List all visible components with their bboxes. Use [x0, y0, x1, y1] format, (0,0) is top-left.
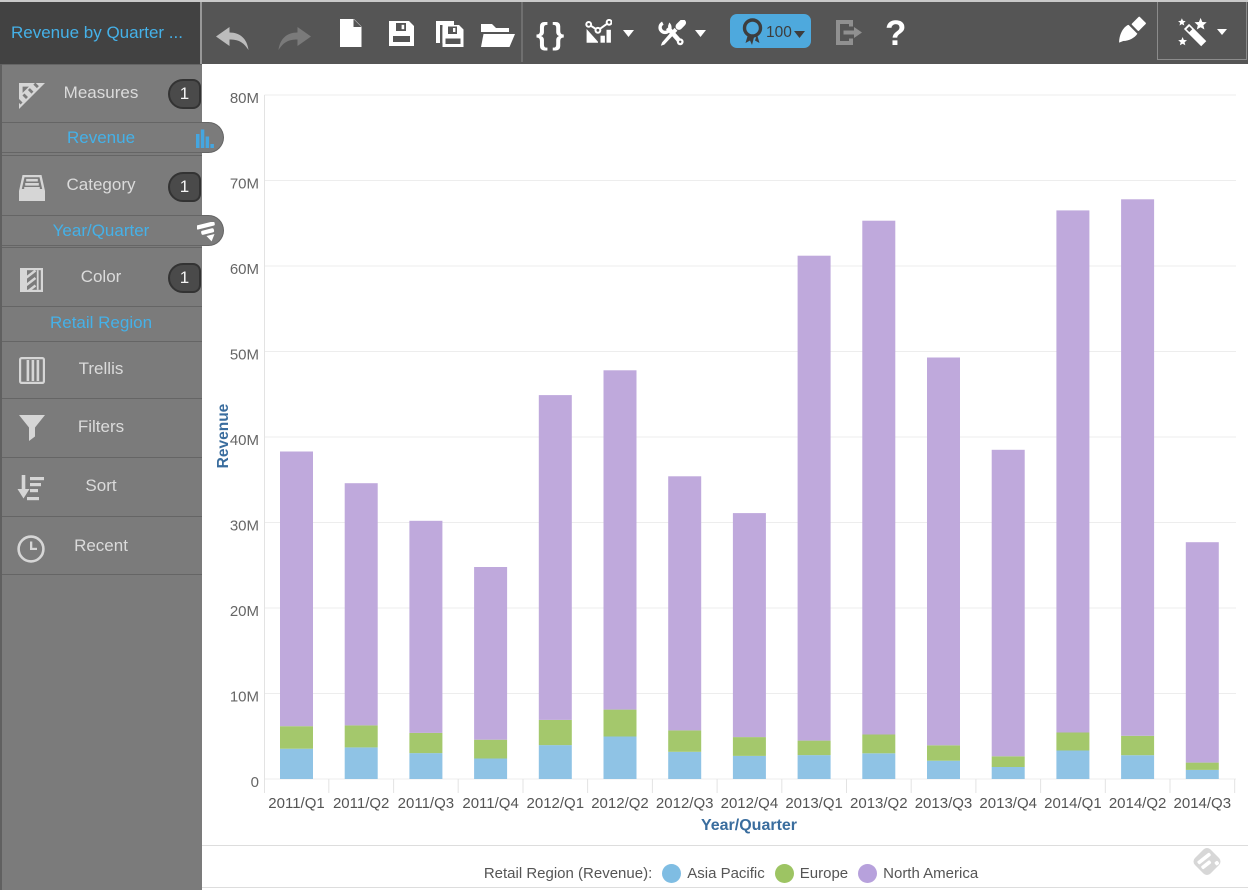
svg-text:?: ?	[885, 14, 906, 53]
svg-text:2013/Q1: 2013/Q1	[785, 795, 843, 812]
svg-text:2011/Q1: 2011/Q1	[268, 795, 324, 812]
svg-text:2014/Q2: 2014/Q2	[1109, 795, 1167, 812]
svg-text:2013/Q3: 2013/Q3	[915, 795, 973, 812]
svg-text:Revenue: Revenue	[215, 403, 232, 468]
svg-text:50M: 50M	[230, 347, 259, 364]
svg-text:2014/Q1: 2014/Q1	[1044, 795, 1102, 812]
svg-text:{}: {}	[536, 16, 568, 51]
svg-text:2013/Q2: 2013/Q2	[850, 795, 908, 812]
svg-text:2011/Q3: 2011/Q3	[398, 795, 454, 812]
svg-text:60M: 60M	[230, 261, 259, 278]
svg-text:20M: 20M	[230, 603, 259, 620]
svg-text:2013/Q4: 2013/Q4	[979, 795, 1037, 812]
svg-text:2012/Q2: 2012/Q2	[591, 795, 649, 812]
svg-text:40M: 40M	[230, 432, 259, 449]
svg-text:2012/Q1: 2012/Q1	[527, 795, 585, 812]
svg-text:2014/Q3: 2014/Q3	[1174, 795, 1232, 812]
svg-text:Year/Quarter: Year/Quarter	[701, 817, 797, 834]
svg-text:30M: 30M	[230, 518, 259, 535]
svg-text:2011/Q2: 2011/Q2	[333, 795, 389, 812]
svg-text:80M: 80M	[230, 90, 259, 107]
svg-text:2011/Q4: 2011/Q4	[462, 795, 518, 812]
svg-text:2012/Q4: 2012/Q4	[721, 795, 779, 812]
svg-text:2012/Q3: 2012/Q3	[656, 795, 714, 812]
svg-text:0: 0	[251, 774, 259, 791]
svg-text:10M: 10M	[230, 689, 259, 706]
svg-text:70M: 70M	[230, 176, 259, 193]
